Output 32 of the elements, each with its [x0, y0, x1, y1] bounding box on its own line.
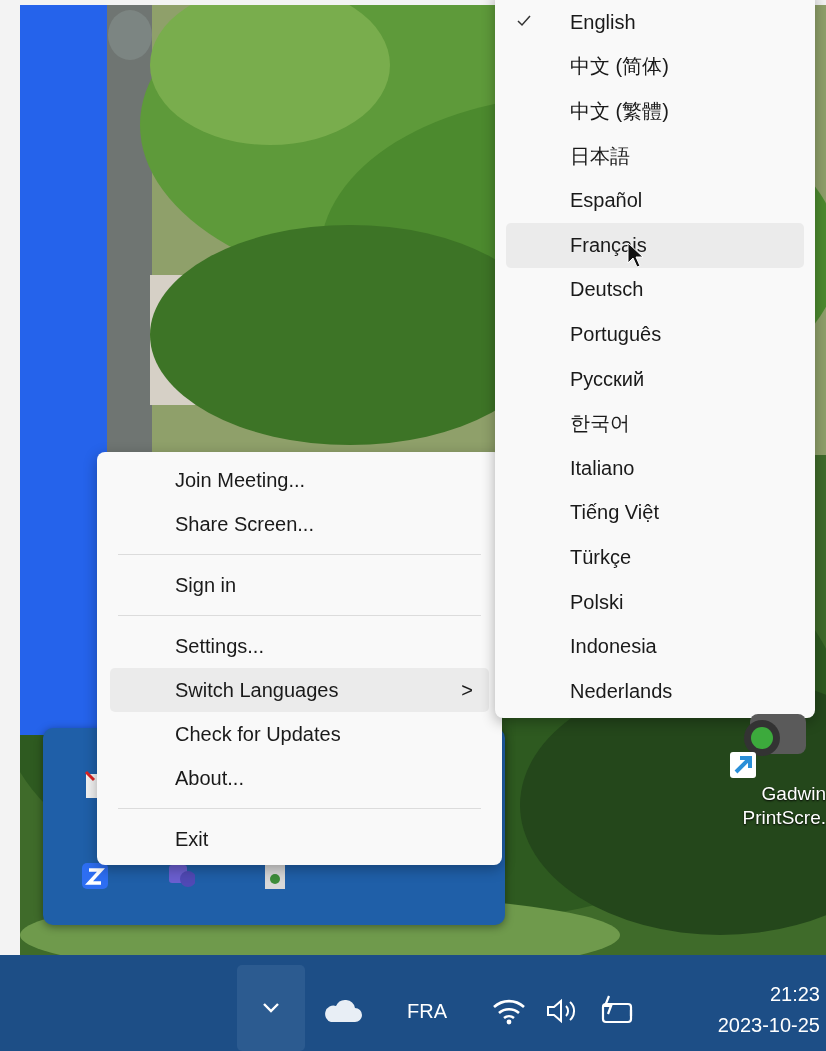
- menu-item[interactable]: Share Screen...: [110, 502, 489, 546]
- language-item[interactable]: Nederlands: [506, 668, 804, 714]
- input-language-indicator[interactable]: FRA: [407, 999, 447, 1023]
- language-item[interactable]: 中文 (繁體): [506, 89, 804, 134]
- language-item[interactable]: Deutsch: [506, 267, 804, 313]
- language-item[interactable]: Português: [506, 312, 804, 357]
- menu-item[interactable]: About...: [110, 756, 489, 800]
- language-item[interactable]: Polski: [506, 579, 804, 625]
- language-item[interactable]: Italiano: [506, 445, 804, 491]
- language-item[interactable]: Indonesia: [506, 624, 804, 669]
- menu-item[interactable]: Join Meeting...: [110, 458, 489, 502]
- chevron-down-icon: [262, 1002, 280, 1014]
- desktop-icon-label: PrintScre.: [742, 806, 826, 830]
- menu-item[interactable]: Sign in: [110, 563, 489, 607]
- menu-item[interactable]: Switch Languages >: [110, 668, 489, 712]
- z-logo-icon[interactable]: [81, 861, 109, 891]
- submenu-arrow: >: [461, 678, 473, 702]
- language-item[interactable]: Русский: [506, 356, 804, 402]
- clock-date: 2023-10-25: [717, 1014, 820, 1037]
- menu-item[interactable]: Settings...: [110, 624, 489, 668]
- language-item[interactable]: 한국어: [506, 401, 804, 446]
- menu-item[interactable]: Exit: [110, 817, 489, 861]
- language-item[interactable]: Türkçe: [506, 535, 804, 580]
- menu-item[interactable]: Check for Updates: [110, 712, 489, 756]
- language-item[interactable]: 中文 (简体): [506, 44, 804, 90]
- desktop-icon-label: Gadwin: [761, 782, 826, 806]
- language-item[interactable]: English: [506, 0, 804, 45]
- language-item[interactable]: Español: [506, 178, 804, 223]
- clock-time: 21:23: [769, 983, 820, 1006]
- language-item[interactable]: Tiếng Việt: [506, 490, 804, 536]
- cloud-icon[interactable]: [323, 998, 363, 1024]
- language-item[interactable]: 日本語: [506, 133, 804, 179]
